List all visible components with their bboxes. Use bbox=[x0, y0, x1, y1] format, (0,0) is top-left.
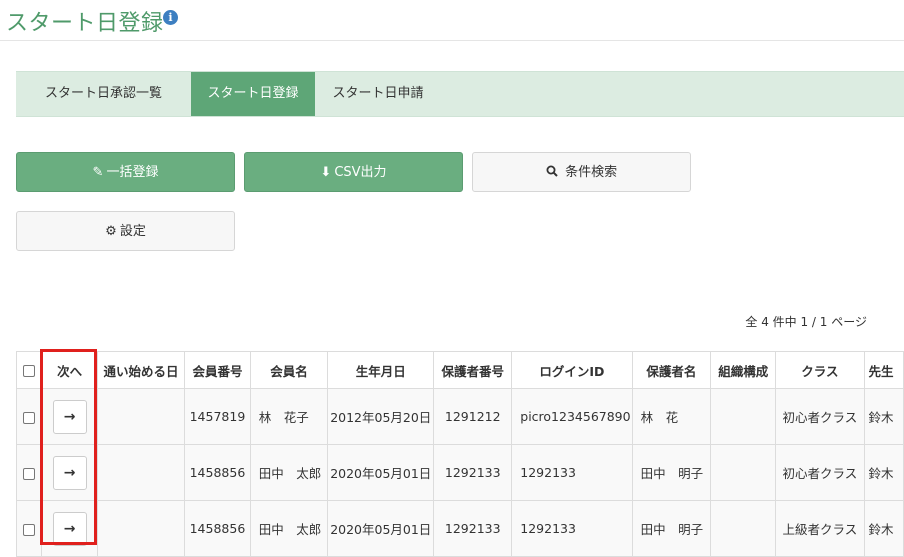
bulk-register-label: 一括登録 bbox=[106, 165, 159, 180]
guardian-name-cell: 林 花 bbox=[631, 388, 712, 445]
member-name-cell: 田中 太郎 bbox=[249, 444, 329, 501]
member-name-cell: 林 花子 bbox=[249, 388, 329, 445]
condition-search-button[interactable]: 条件検索 bbox=[472, 152, 691, 192]
start-date-cell bbox=[96, 444, 186, 501]
download-icon: ⬇ bbox=[320, 165, 332, 180]
pagination-summary: 全 4 件中 1 / 1 ページ bbox=[745, 315, 867, 329]
login-id-cell: 1292133 bbox=[511, 500, 633, 557]
csv-export-button[interactable]: ⬇ CSV出力 bbox=[244, 152, 463, 192]
csv-export-label: CSV出力 bbox=[334, 165, 387, 180]
column-header: 保護者名 bbox=[631, 351, 712, 389]
birth-date-cell: 2020年05月01日 bbox=[327, 500, 435, 557]
table-row: → 1458856 田中 太郎 2020年05月01日 1292133 1292… bbox=[15, 444, 904, 501]
birth-date-cell: 2012年05月20日 bbox=[327, 388, 435, 445]
row-checkbox-cell[interactable] bbox=[15, 388, 43, 445]
org-cell bbox=[710, 500, 777, 557]
column-header: 先生 bbox=[863, 351, 904, 389]
teacher-cell: 鈴木 bbox=[863, 388, 904, 445]
arrow-right-icon: → bbox=[63, 464, 76, 481]
column-header: ログインID bbox=[511, 351, 633, 389]
select-all-checkbox-cell[interactable] bbox=[15, 351, 43, 389]
column-header: 通い始める日 bbox=[96, 351, 186, 389]
start-date-table: 次へ 通い始める日 会員番号 会員名 生年月日 保護者番号 ログインID 保護者… bbox=[15, 351, 904, 557]
column-header: 保護者番号 bbox=[433, 351, 513, 389]
org-cell bbox=[710, 388, 777, 445]
teacher-cell: 鈴木 bbox=[863, 444, 904, 501]
condition-search-label: 条件検索 bbox=[565, 165, 618, 180]
next-button[interactable]: → bbox=[52, 399, 87, 434]
column-header: 次へ bbox=[41, 351, 98, 389]
next-cell: → bbox=[41, 444, 98, 501]
class-cell: 初心者クラス bbox=[775, 388, 865, 445]
column-header: 会員名 bbox=[249, 351, 329, 389]
guardian-name-cell: 田中 明子 bbox=[631, 500, 712, 557]
login-id-cell: 1292133 bbox=[511, 444, 633, 501]
title-bar: スタート日登録 i bbox=[0, 0, 904, 41]
column-header: 会員番号 bbox=[184, 351, 251, 389]
guardian-name-cell: 田中 明子 bbox=[631, 444, 712, 501]
info-icon[interactable]: i bbox=[163, 10, 178, 25]
page-title: スタート日登録 bbox=[6, 11, 164, 36]
settings-label: 設定 bbox=[119, 224, 146, 239]
row-checkbox-cell[interactable] bbox=[15, 444, 43, 501]
table-row: → 1458856 田中 太郎 2020年05月01日 1292133 1292… bbox=[15, 500, 904, 557]
next-button[interactable]: → bbox=[52, 511, 87, 546]
member-no-cell: 1458856 bbox=[184, 444, 251, 501]
bulk-register-button[interactable]: ✎ 一括登録 bbox=[16, 152, 235, 192]
member-no-cell: 1458856 bbox=[184, 500, 251, 557]
row-checkbox[interactable] bbox=[23, 411, 36, 424]
row-checkbox-cell[interactable] bbox=[15, 500, 43, 557]
column-header: 組織構成 bbox=[710, 351, 777, 389]
birth-date-cell: 2020年05月01日 bbox=[327, 444, 435, 501]
row-checkbox[interactable] bbox=[23, 467, 36, 480]
column-header: クラス bbox=[775, 351, 865, 389]
guardian-no-cell: 1292133 bbox=[433, 500, 513, 557]
login-id-cell: picro1234567890 bbox=[511, 388, 633, 445]
teacher-cell: 鈴木 bbox=[863, 500, 904, 557]
guardian-no-cell: 1291212 bbox=[433, 388, 513, 445]
next-cell: → bbox=[41, 500, 98, 557]
next-button[interactable]: → bbox=[52, 455, 87, 490]
member-no-cell: 1457819 bbox=[184, 388, 251, 445]
table-header-row: 次へ 通い始める日 会員番号 会員名 生年月日 保護者番号 ログインID 保護者… bbox=[15, 351, 904, 389]
tab-approval-list[interactable]: スタート日承認一覧 bbox=[16, 72, 191, 116]
pencil-icon: ✎ bbox=[92, 165, 104, 180]
class-cell: 上級者クラス bbox=[775, 500, 865, 557]
column-header: 生年月日 bbox=[327, 351, 435, 389]
arrow-right-icon: → bbox=[63, 408, 76, 425]
gear-icon: ⚙ bbox=[105, 224, 117, 239]
start-date-cell bbox=[96, 388, 186, 445]
next-cell: → bbox=[41, 388, 98, 445]
arrow-right-icon: → bbox=[63, 520, 76, 537]
guardian-no-cell: 1292133 bbox=[433, 444, 513, 501]
start-date-cell bbox=[96, 500, 186, 557]
select-all-checkbox[interactable] bbox=[23, 365, 36, 377]
settings-button[interactable]: ⚙ 設定 bbox=[16, 211, 235, 251]
row-checkbox[interactable] bbox=[23, 523, 36, 536]
tab-bar: スタート日承認一覧 スタート日登録 スタート日申請 bbox=[16, 71, 904, 117]
class-cell: 初心者クラス bbox=[775, 444, 865, 501]
table-row: → 1457819 林 花子 2012年05月20日 1291212 picro… bbox=[15, 388, 904, 445]
search-icon bbox=[546, 165, 562, 180]
tab-start-date-register[interactable]: スタート日登録 bbox=[191, 72, 315, 116]
org-cell bbox=[710, 444, 777, 501]
member-name-cell: 田中 太郎 bbox=[249, 500, 329, 557]
tab-start-date-request[interactable]: スタート日申請 bbox=[315, 72, 441, 116]
